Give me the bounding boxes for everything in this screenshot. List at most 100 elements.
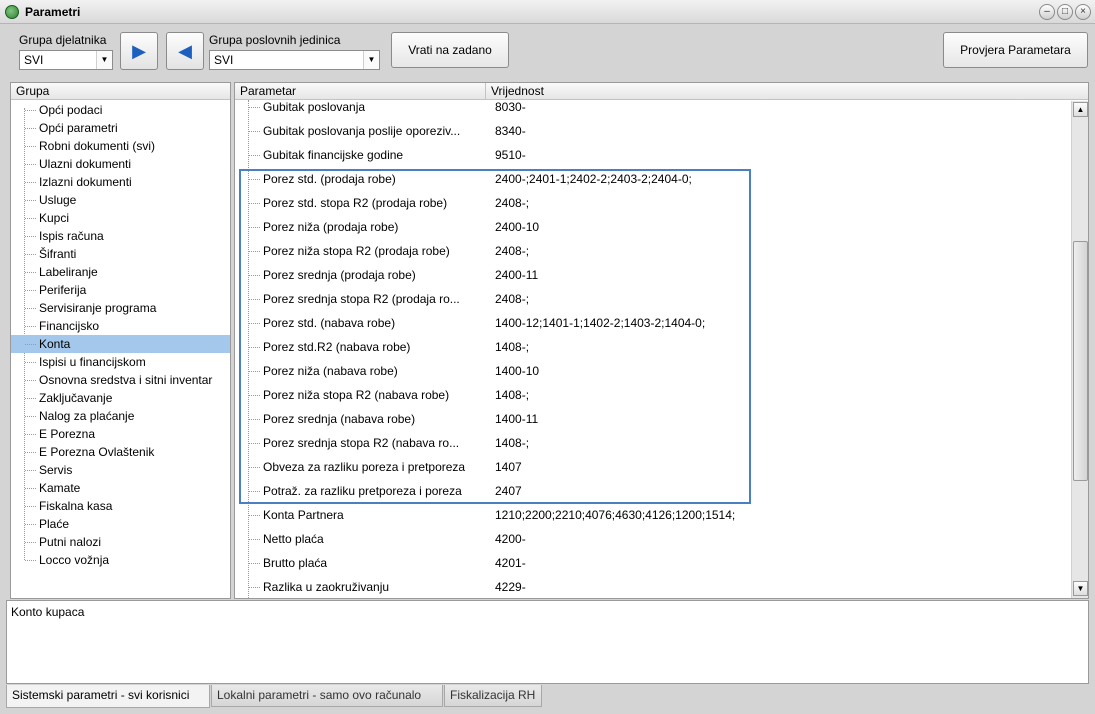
- minimize-icon[interactable]: –: [1039, 4, 1055, 20]
- title-bar: Parametri – □ ×: [0, 0, 1095, 24]
- table-row[interactable]: Brutto plaća 4201-: [235, 551, 1069, 575]
- tree-connector: [25, 308, 36, 309]
- tree-item-label: Opći parametri: [39, 121, 118, 135]
- close-icon[interactable]: ×: [1075, 4, 1091, 20]
- highlight-frame: [239, 169, 751, 504]
- parameter-value[interactable]: 9510-: [495, 148, 526, 162]
- tree-connector: [25, 272, 36, 273]
- parameter-value[interactable]: 8030-: [495, 100, 526, 114]
- tree-item[interactable]: Opći parametri: [11, 119, 230, 137]
- table-row[interactable]: Gubitak poslovanja 8030-: [235, 95, 1069, 119]
- chevron-down-icon[interactable]: ▼: [363, 51, 379, 69]
- table-row[interactable]: Gubitak financijske godine 9510-: [235, 143, 1069, 167]
- tree-item-label: E Porezna Ovlaštenik: [39, 445, 155, 459]
- table-row[interactable]: Razlika u zaokruživanju 4229-: [235, 575, 1069, 598]
- arrow-right-icon: ▶: [132, 41, 146, 61]
- scroll-up-icon[interactable]: ▲: [1073, 102, 1088, 117]
- table-row[interactable]: Gubitak poslovanja poslije oporeziv... 83…: [235, 119, 1069, 143]
- check-parameters-button[interactable]: Provjera Parametara: [943, 32, 1088, 68]
- tree-item[interactable]: Robni dokumenti (svi): [11, 137, 230, 155]
- table-row[interactable]: Konta Partnera 1210;2200;2210;4076;4630;4…: [235, 503, 1069, 527]
- parameter-value[interactable]: 1210;2200;2210;4076;4630;4126;1200;1514;: [495, 508, 735, 522]
- parameter-name: Gubitak poslovanja: [263, 100, 366, 114]
- tree-connector: [25, 236, 36, 237]
- tree-connector: [25, 452, 36, 453]
- tree-item[interactable]: Usluge: [11, 191, 230, 209]
- tree-item[interactable]: Nalog za plaćanje: [11, 407, 230, 425]
- tree-item-label: Ulazni dokumenti: [39, 157, 132, 171]
- tree-connector: [25, 524, 36, 525]
- tree-item[interactable]: Kamate: [11, 479, 230, 497]
- maximize-icon[interactable]: □: [1057, 4, 1073, 20]
- parameters-table: Parametar Vrijednost Gubitak poslovanja 8…: [234, 82, 1089, 599]
- tree-item[interactable]: Servis: [11, 461, 230, 479]
- tree-item-label: Servisiranje programa: [39, 301, 157, 315]
- tree-item[interactable]: Periferija: [11, 281, 230, 299]
- tree-item-label: Opći podaci: [39, 103, 103, 117]
- business-unit-group-select[interactable]: SVI ▼: [209, 50, 380, 70]
- chevron-down-icon[interactable]: ▼: [96, 51, 112, 69]
- tree-item-label: Fiskalna kasa: [39, 499, 113, 513]
- tree-item-label: Zaključavanje: [39, 391, 113, 405]
- previous-button[interactable]: ◀: [166, 32, 204, 70]
- parameter-name: Brutto plaća: [263, 556, 328, 570]
- tree-item[interactable]: Ispisi u financijskom: [11, 353, 230, 371]
- tree-item[interactable]: Opći podaci: [11, 101, 230, 119]
- tree-item[interactable]: Šifranti: [11, 245, 230, 263]
- description-panel: Konto kupaca: [6, 600, 1089, 684]
- tree-connector: [25, 416, 36, 417]
- table-row[interactable]: Netto plaća 4200-: [235, 527, 1069, 551]
- tree-item-label: Ispisi u financijskom: [39, 355, 146, 369]
- tree-item-label: Osnovna sredstva i sitni inventar: [39, 373, 213, 387]
- tree-item[interactable]: Izlazni dokumenti: [11, 173, 230, 191]
- tree-item[interactable]: Fiskalna kasa: [11, 497, 230, 515]
- parameter-name: Gubitak poslovanja poslije oporeziv...: [263, 124, 461, 138]
- tree-item[interactable]: E Porezna: [11, 425, 230, 443]
- next-button[interactable]: ▶: [120, 32, 158, 70]
- tree-connector: [249, 107, 260, 108]
- business-unit-group-label: Grupa poslovnih jedinica: [209, 33, 341, 47]
- tree-item[interactable]: Konta: [11, 335, 230, 353]
- scroll-thumb[interactable]: [1073, 241, 1088, 481]
- tab-fiscalization[interactable]: Fiskalizacija RH: [444, 685, 542, 707]
- tree-item[interactable]: Putni nalozi: [11, 533, 230, 551]
- tree-connector: [25, 380, 36, 381]
- parameter-value[interactable]: 4200-: [495, 532, 526, 546]
- tree-connector: [25, 128, 36, 129]
- parameter-value[interactable]: 8340-: [495, 124, 526, 138]
- tree-connector: [25, 542, 36, 543]
- tab-local-parameters[interactable]: Lokalni parametri - samo ovo računalo: [211, 685, 443, 707]
- app-icon: [5, 5, 19, 19]
- tree-connector: [25, 164, 36, 165]
- tree-item[interactable]: Ispis računa: [11, 227, 230, 245]
- parameter-name: Konta Partnera: [263, 508, 344, 522]
- tree-item[interactable]: Kupci: [11, 209, 230, 227]
- tree-connector: [249, 155, 260, 156]
- tree-item[interactable]: Locco vožnja: [11, 551, 230, 569]
- scroll-down-icon[interactable]: ▼: [1073, 581, 1088, 596]
- parameter-value[interactable]: 4229-: [495, 580, 526, 594]
- parameter-value[interactable]: 4201-: [495, 556, 526, 570]
- tree-item[interactable]: Plaće: [11, 515, 230, 533]
- tree-item-label: Locco vožnja: [39, 553, 110, 567]
- tree-connector: [25, 254, 36, 255]
- tree-item-label: E Porezna: [39, 427, 96, 441]
- tree-item[interactable]: E Porezna Ovlaštenik: [11, 443, 230, 461]
- tree-item[interactable]: Ulazni dokumenti: [11, 155, 230, 173]
- tree-item-label: Putni nalozi: [39, 535, 102, 549]
- tree-item-label: Plaće: [39, 517, 70, 531]
- reset-defaults-button[interactable]: Vrati na zadano: [391, 32, 509, 68]
- employee-group-select[interactable]: SVI ▼: [19, 50, 113, 70]
- tree-connector: [249, 131, 260, 132]
- tree-connector: [25, 506, 36, 507]
- tree-connector: [25, 146, 36, 147]
- group-tree[interactable]: Grupa Opći podaci Opći parametri Robni dok…: [10, 82, 231, 599]
- tree-item[interactable]: Financijsko: [11, 317, 230, 335]
- tree-item[interactable]: Servisiranje programa: [11, 299, 230, 317]
- tree-item[interactable]: Osnovna sredstva i sitni inventar: [11, 371, 230, 389]
- tree-item[interactable]: Labeliranje: [11, 263, 230, 281]
- tab-system-parameters[interactable]: Sistemski parametri - svi korisnici: [6, 685, 210, 708]
- vertical-scrollbar[interactable]: ▲ ▼: [1071, 101, 1088, 598]
- tree-item[interactable]: Zaključavanje: [11, 389, 230, 407]
- business-unit-group-value: SVI: [214, 53, 234, 67]
